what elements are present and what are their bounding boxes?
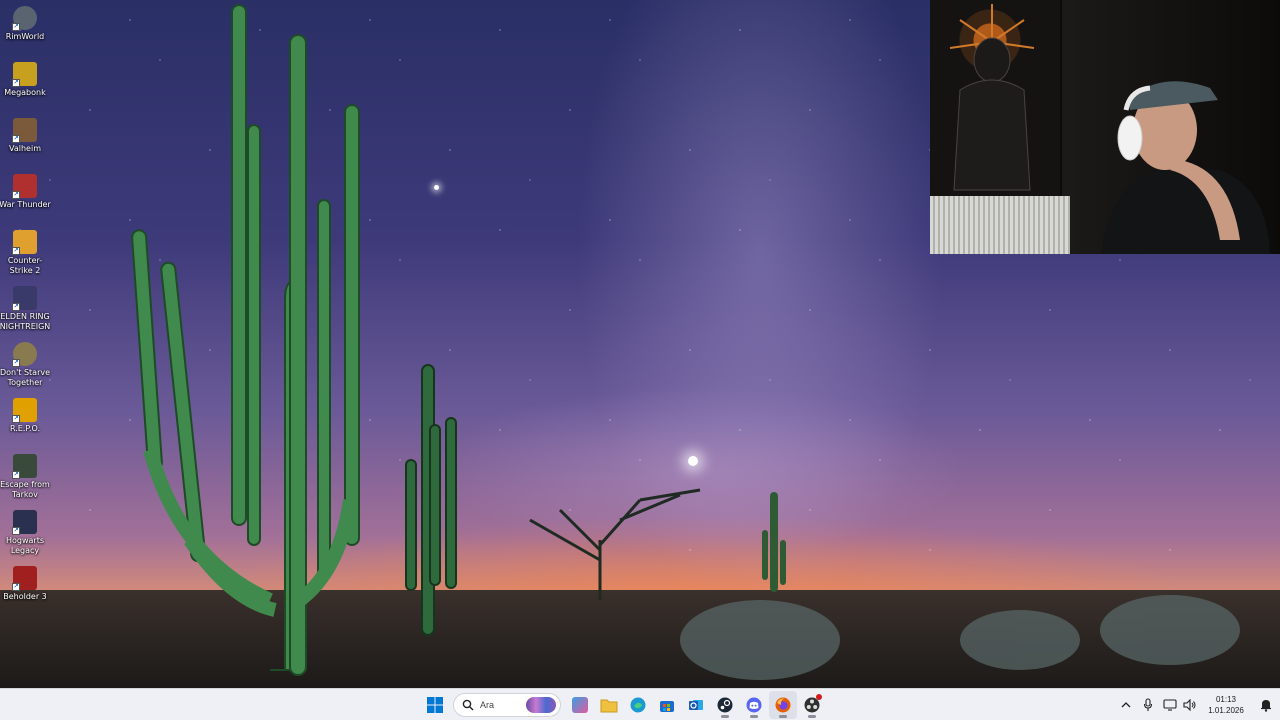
desktop-icon-elden-ring-nightreign[interactable]: ↗ ELDEN RING NIGHTREIGN bbox=[0, 282, 50, 342]
desktop-icon-valheim[interactable]: ↗ Valheim bbox=[0, 114, 50, 168]
taskbar-app-widgets[interactable] bbox=[566, 691, 594, 719]
escape-from-tarkov-icon: ↗ bbox=[12, 454, 37, 479]
desktop-icon-counter-strike-2[interactable]: ↗ Counter-Strike 2 bbox=[0, 226, 50, 286]
search-placeholder: Ara bbox=[480, 700, 495, 710]
clock-time: 01:13 bbox=[1215, 695, 1237, 704]
desktop-icon-label: Megabonk bbox=[4, 88, 46, 97]
desktop-icon-label: War Thunder bbox=[0, 200, 51, 209]
tray-network[interactable] bbox=[1160, 695, 1180, 715]
desktop-icon-label: RimWorld bbox=[5, 32, 45, 41]
firefox-icon bbox=[775, 697, 790, 713]
desktop-icon-label: R.E.P.O. bbox=[9, 424, 41, 433]
dont-starve-together-icon: ↗ bbox=[12, 342, 37, 367]
desktop-icon-dont-starve-together[interactable]: ↗ Don't Starve Together bbox=[0, 338, 50, 398]
network-icon bbox=[1163, 699, 1177, 711]
search-highlight-image bbox=[526, 697, 556, 713]
taskbar-center: Ara bbox=[420, 689, 826, 720]
taskbar-app-firefox[interactable] bbox=[768, 691, 797, 719]
tray-overflow-button[interactable] bbox=[1116, 695, 1136, 715]
taskbar-app-store[interactable] bbox=[653, 691, 681, 719]
edge-icon bbox=[630, 697, 645, 713]
webcam-radiator bbox=[930, 196, 1070, 254]
microphone-icon bbox=[1143, 698, 1153, 711]
desktop-icon-label: Counter-Strike 2 bbox=[7, 256, 43, 275]
search-icon bbox=[462, 699, 474, 711]
rimworld-icon: ↗ bbox=[12, 6, 37, 31]
desktop-icon-label: ELDEN RING NIGHTREIGN bbox=[0, 312, 51, 331]
widgets-icon bbox=[571, 697, 588, 713]
desktop-icon-label: Valheim bbox=[9, 144, 41, 153]
notification-button[interactable] bbox=[1252, 698, 1280, 712]
clock-date: 1.01.2026 bbox=[1208, 706, 1244, 715]
webcam-streamer bbox=[1100, 81, 1270, 254]
taskbar-app-outlook[interactable] bbox=[682, 691, 710, 719]
desktop-icon-label: Beholder 3 bbox=[3, 592, 47, 601]
valheim-icon: ↗ bbox=[12, 118, 37, 143]
tray-volume[interactable] bbox=[1180, 695, 1200, 715]
obs-recording-dot bbox=[815, 694, 822, 700]
hogwarts-legacy-icon: ↗ bbox=[12, 510, 37, 535]
desktop-icon-war-thunder[interactable]: ↗ War Thunder bbox=[0, 170, 51, 224]
repo-icon: ↗ bbox=[12, 398, 37, 423]
tray-microphone[interactable] bbox=[1138, 695, 1158, 715]
desktop-icon-megabonk[interactable]: ↗ Megabonk bbox=[0, 58, 50, 112]
beholder-3-icon: ↗ bbox=[12, 566, 37, 591]
speaker-icon bbox=[1183, 699, 1196, 711]
desktop-icon-hogwarts-legacy[interactable]: ↗ Hogwarts Legacy bbox=[0, 506, 50, 566]
taskbar-search-box[interactable]: Ara bbox=[453, 693, 561, 717]
steam-icon bbox=[717, 697, 732, 713]
elden-ring-nightreign-icon: ↗ bbox=[12, 286, 37, 311]
taskbar-app-steam[interactable] bbox=[711, 691, 739, 719]
desktop-icon-repo[interactable]: ↗ R.E.P.O. bbox=[0, 394, 50, 448]
desktop-icon-rimworld[interactable]: ↗ RimWorld bbox=[0, 2, 50, 56]
taskbar: Ara 01:13 1.01.2026 bbox=[0, 688, 1280, 720]
taskbar-clock[interactable]: 01:13 1.01.2026 bbox=[1200, 694, 1252, 716]
chevron-up-icon bbox=[1121, 702, 1131, 708]
webcam-overlay bbox=[930, 0, 1280, 254]
folder-icon bbox=[600, 699, 617, 713]
taskbar-app-obs[interactable] bbox=[798, 691, 826, 719]
discord-icon bbox=[746, 697, 761, 713]
desktop-icon-escape-from-tarkov[interactable]: ↗ Escape from Tarkov bbox=[0, 450, 50, 510]
windows-start-icon bbox=[426, 697, 443, 713]
store-icon bbox=[659, 701, 674, 712]
war-thunder-icon: ↗ bbox=[12, 174, 37, 199]
desktop-icon-beholder-3[interactable]: ↗ Beholder 3 bbox=[0, 562, 50, 616]
taskbar-app-discord[interactable] bbox=[740, 691, 768, 719]
desktop-icon-label: Hogwarts Legacy bbox=[5, 536, 45, 555]
desktop-icon-label: Escape from Tarkov bbox=[0, 480, 50, 499]
taskbar-app-edge[interactable] bbox=[624, 691, 652, 719]
megabonk-icon: ↗ bbox=[12, 62, 37, 87]
start-button[interactable] bbox=[421, 691, 449, 719]
notification-bell-icon bbox=[1261, 700, 1271, 712]
counter-strike-2-icon: ↗ bbox=[12, 230, 37, 255]
taskbar-app-file-explorer[interactable] bbox=[595, 691, 623, 719]
outlook-icon bbox=[688, 700, 703, 710]
webcam-tapestry bbox=[930, 0, 1062, 196]
system-tray: 01:13 1.01.2026 bbox=[1116, 689, 1280, 720]
desktop-icon-label: Don't Starve Together bbox=[0, 368, 51, 387]
